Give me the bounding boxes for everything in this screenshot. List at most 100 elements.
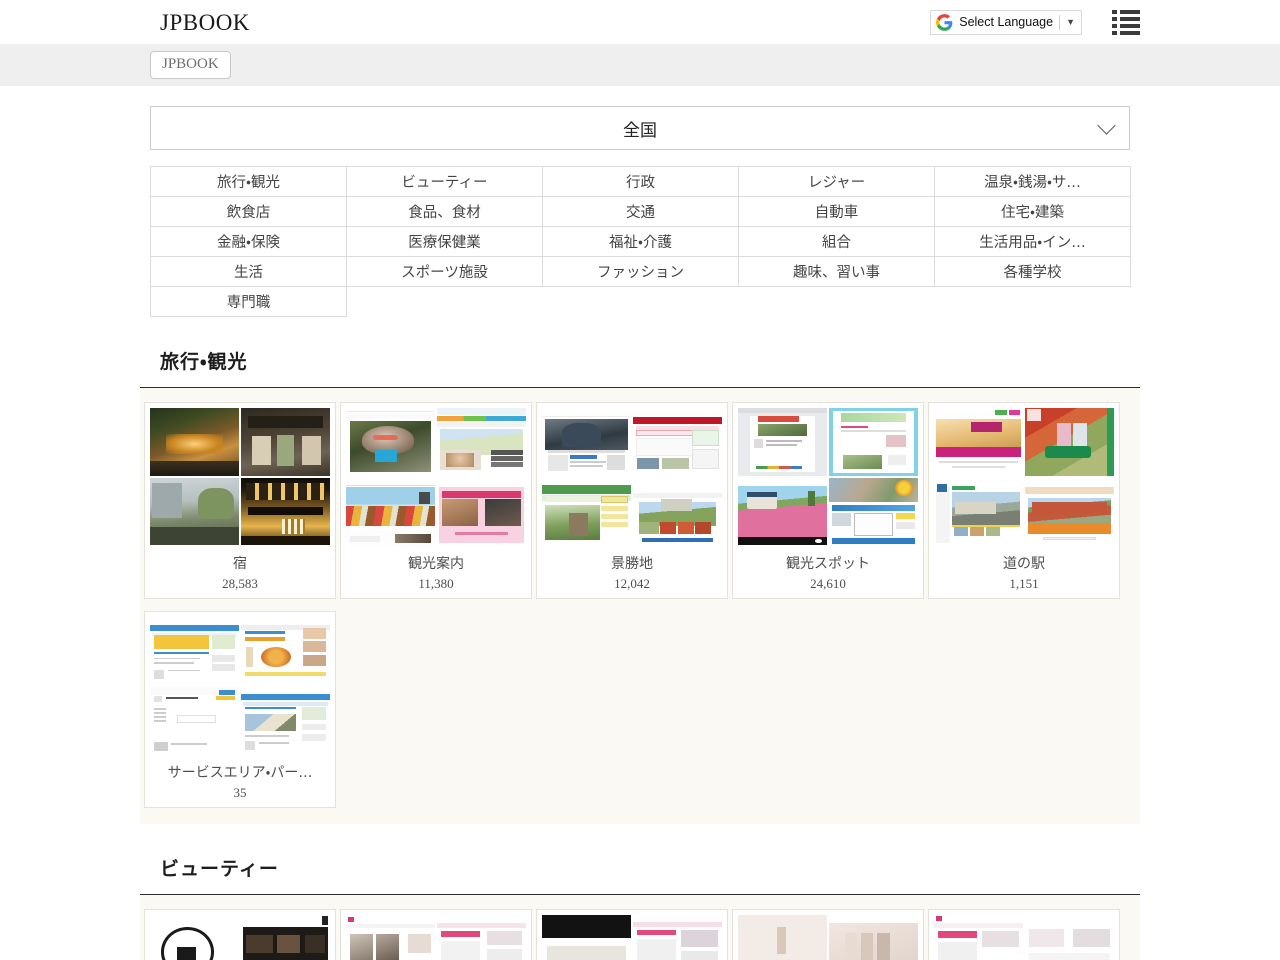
card-count: 24,610 xyxy=(738,576,918,592)
list-item[interactable] xyxy=(144,909,336,960)
card-label: 景勝地 xyxy=(542,553,722,573)
header-right-controls: Select Language ▼ xyxy=(930,10,1140,35)
menu-row-2 xyxy=(1112,17,1140,21)
category-cell[interactable]: 生活用品・イン… xyxy=(935,227,1131,257)
thumbnail-grid xyxy=(542,408,722,545)
website-mock-craftshop xyxy=(934,408,1023,476)
website-mock-facebookpage xyxy=(738,408,827,476)
category-cell[interactable]: 交通 xyxy=(543,197,739,227)
category-cell[interactable]: 生活 xyxy=(151,257,347,287)
thumbnail-cell xyxy=(934,915,1023,960)
list-item[interactable] xyxy=(928,909,1120,960)
category-cell[interactable]: 組合 xyxy=(739,227,935,257)
card-label: 宿 xyxy=(150,553,330,573)
category-cell[interactable]: 食品、食材 xyxy=(347,197,543,227)
list-item[interactable] xyxy=(536,909,728,960)
menu-line xyxy=(1120,17,1140,21)
thumbnail-cell xyxy=(542,408,631,476)
thumbnail-cell xyxy=(934,478,1023,546)
menu-dot xyxy=(1112,24,1117,28)
thumbnail-grid xyxy=(738,915,918,960)
list-item[interactable] xyxy=(340,909,532,960)
website-mock-photogallery xyxy=(829,478,918,546)
list-item[interactable]: 道の駅 1,151 xyxy=(928,402,1120,599)
list-item[interactable]: 観光案内 11,380 xyxy=(340,402,532,599)
translate-select-label: Select Language xyxy=(959,15,1053,29)
website-mock-sa-listing xyxy=(150,617,239,685)
category-cell[interactable]: レジャー xyxy=(739,167,935,197)
website-mock-fashion-b xyxy=(437,915,526,960)
category-table-body: 旅行・観光 ビューティー 行政 レジャー 温泉・銭湯・サ… 飲食店 食品、食材 … xyxy=(151,167,1131,317)
translate-caret-icon[interactable]: ▼ xyxy=(1066,18,1075,27)
category-cell[interactable]: 住宅・建築 xyxy=(935,197,1131,227)
category-cell-empty xyxy=(543,287,739,317)
category-table-wrap: 旅行・観光 ビューティー 行政 レジャー 温泉・銭湯・サ… 飲食店 食品、食材 … xyxy=(0,150,1280,317)
card-count: 12,042 xyxy=(542,576,722,592)
thumbnail-cell xyxy=(542,915,631,960)
translate-separator xyxy=(1059,15,1060,30)
list-item[interactable]: サービスエリア・パー… 35 xyxy=(144,611,336,808)
website-mock-uenomura xyxy=(1025,408,1114,476)
category-cell[interactable]: スポーツ施設 xyxy=(347,257,543,287)
card-label: 道の駅 xyxy=(934,553,1114,573)
thumbnail-cell xyxy=(346,408,435,476)
category-cell[interactable]: 各種学校 xyxy=(935,257,1131,287)
category-cell[interactable]: 飲食店 xyxy=(151,197,347,227)
section-travel: 旅行・観光 xyxy=(0,347,1280,824)
category-cell-empty xyxy=(347,287,543,317)
thumbnail-cell xyxy=(437,408,526,476)
category-cell[interactable]: 福祉・介護 xyxy=(543,227,739,257)
website-mock-beauty-logo xyxy=(150,915,239,960)
table-row: 生活 スポーツ施設 ファッション 趣味、習い事 各種学校 xyxy=(151,257,1131,287)
thumbnail-cell xyxy=(150,617,239,685)
thumbnail-grid xyxy=(542,915,722,960)
menu-line xyxy=(1120,10,1140,14)
menu-row-4 xyxy=(1112,31,1140,35)
card-label: 観光スポット xyxy=(738,553,918,573)
thumbnail-cell xyxy=(241,687,330,755)
table-row: 飲食店 食品、食材 交通 自動車 住宅・建築 xyxy=(151,197,1131,227)
category-cell[interactable]: 趣味、習い事 xyxy=(739,257,935,287)
website-mock-orangesite xyxy=(1025,478,1114,546)
thumbnail-cell xyxy=(150,687,239,755)
region-select[interactable]: 全国 xyxy=(150,106,1130,150)
hamburger-menu-icon[interactable] xyxy=(1112,10,1140,35)
category-cell[interactable]: 医療保健業 xyxy=(347,227,543,257)
card-grid: 宿 28,583 xyxy=(140,388,1140,824)
category-cell[interactable]: ファッション xyxy=(543,257,739,287)
website-mock-gloryjapan xyxy=(150,687,239,755)
category-cell[interactable]: 温泉・銭湯・サ… xyxy=(935,167,1131,197)
card-label: 観光案内 xyxy=(346,553,526,573)
category-cell[interactable]: 専門職 xyxy=(151,287,347,317)
list-item[interactable]: 景勝地 12,042 xyxy=(536,402,728,599)
list-item[interactable]: 宿 28,583 xyxy=(144,402,336,599)
list-item[interactable]: 観光スポット 24,610 xyxy=(732,402,924,599)
category-cell[interactable]: 自動車 xyxy=(739,197,935,227)
google-translate-widget[interactable]: Select Language ▼ xyxy=(930,10,1082,35)
category-cell[interactable]: ビューティー xyxy=(347,167,543,197)
site-logo[interactable]: JPBOOK xyxy=(160,11,250,34)
thumbnail-cell xyxy=(633,478,722,546)
website-mock-pinkevent xyxy=(437,478,526,546)
region-select-wrap: 全国 xyxy=(0,86,1280,150)
menu-dot xyxy=(1112,31,1117,35)
thumbnail-cell xyxy=(346,915,435,960)
thumbnail-cell xyxy=(150,478,239,546)
thumbnail-cell xyxy=(241,408,330,476)
category-cell[interactable]: 旅行・観光 xyxy=(151,167,347,197)
page-title: 旅行・観光 xyxy=(160,347,1140,374)
thumbnail-cell xyxy=(241,915,330,960)
menu-row-1 xyxy=(1112,10,1140,14)
chevron-down-icon xyxy=(1097,116,1115,134)
category-cell[interactable]: 行政 xyxy=(543,167,739,197)
breadcrumb-item-jpbook[interactable]: JPBOOK xyxy=(150,51,231,79)
category-cell[interactable]: 金融・保険 xyxy=(151,227,347,257)
thumbnail-cell xyxy=(437,915,526,960)
website-mock-tulipfield xyxy=(346,478,435,546)
card-count: 11,380 xyxy=(346,576,526,592)
list-item[interactable] xyxy=(732,909,924,960)
menu-line xyxy=(1120,31,1140,35)
thumbnail-cell xyxy=(437,478,526,546)
region-select-value: 全国 xyxy=(623,116,657,141)
category-table: 旅行・観光 ビューティー 行政 レジャー 温泉・銭湯・サ… 飲食店 食品、食材 … xyxy=(150,166,1131,317)
